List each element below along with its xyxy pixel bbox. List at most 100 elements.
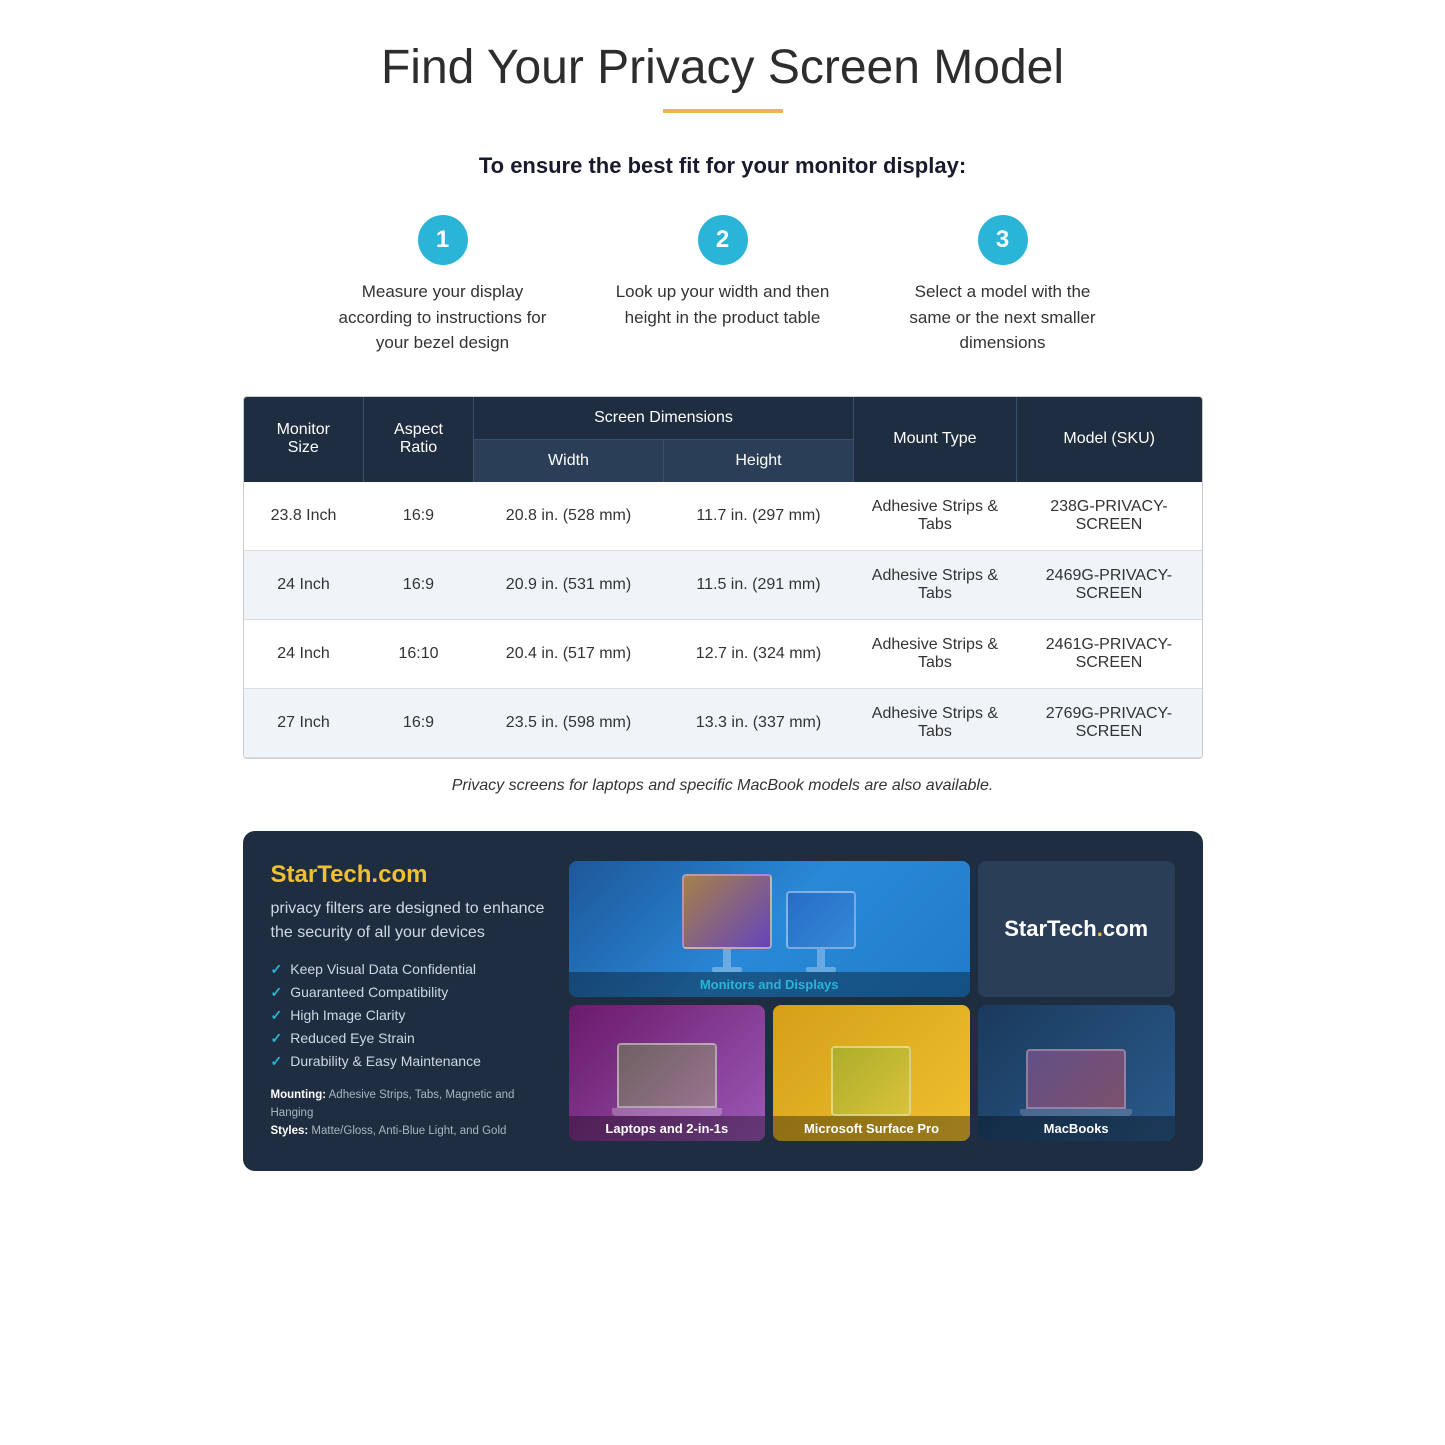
macbook-base xyxy=(1020,1109,1132,1116)
cell-aspect-ratio: 16:9 xyxy=(364,688,474,757)
monitor-large xyxy=(682,874,772,972)
cell-mount-type: Adhesive Strips & Tabs xyxy=(854,619,1017,688)
banner-brand: StarTech.com xyxy=(271,861,551,889)
subtitle: To ensure the best fit for your monitor … xyxy=(243,153,1203,179)
table-row: 23.8 Inch 16:9 20.8 in. (528 mm) 11.7 in… xyxy=(244,482,1202,551)
surface-label: Microsoft Surface Pro xyxy=(773,1116,970,1141)
monitors-cell: Monitors and Displays xyxy=(569,861,970,997)
feature-item: ✓ Keep Visual Data Confidential xyxy=(271,961,551,978)
check-icon: ✓ xyxy=(271,961,283,978)
col-width: Width xyxy=(474,439,664,482)
brand-dot: . xyxy=(371,861,378,888)
cell-monitor-size: 24 Inch xyxy=(244,619,364,688)
mounting-label: Mounting: xyxy=(271,1089,327,1101)
monitors-content: Monitors and Displays xyxy=(569,862,970,997)
feature-item: ✓ Durability & Easy Maintenance xyxy=(271,1053,551,1070)
title-underline xyxy=(663,109,783,113)
cell-width: 20.9 in. (531 mm) xyxy=(474,550,664,619)
feature-item: ✓ High Image Clarity xyxy=(271,1007,551,1024)
brand-name: StarTech.com xyxy=(271,861,428,888)
monitors-label: Monitors and Displays xyxy=(569,972,970,997)
step-2-number: 2 xyxy=(698,215,748,265)
banner-features-list: ✓ Keep Visual Data Confidential ✓ Guaran… xyxy=(271,961,551,1070)
step-3-text: Select a model with the same or the next… xyxy=(893,279,1113,356)
cell-mount-type: Adhesive Strips & Tabs xyxy=(854,688,1017,757)
check-icon: ✓ xyxy=(271,1007,283,1024)
surface-cell: Microsoft Surface Pro xyxy=(773,1005,970,1141)
macbooks-cell: MacBooks xyxy=(978,1005,1175,1141)
feature-item: ✓ Reduced Eye Strain xyxy=(271,1030,551,1047)
product-table: Monitor Size Aspect Ratio Screen Dimensi… xyxy=(244,397,1202,758)
monitor-screen-md xyxy=(786,891,856,949)
cell-width: 20.4 in. (517 mm) xyxy=(474,619,664,688)
surface-content: Microsoft Surface Pro xyxy=(773,1034,970,1141)
banner-left: StarTech.com privacy filters are designe… xyxy=(271,861,551,1141)
laptop-screen xyxy=(617,1043,717,1108)
startech-dot: . xyxy=(1097,916,1103,941)
cell-monitor-size: 24 Inch xyxy=(244,550,364,619)
feature-item: ✓ Guaranteed Compatibility xyxy=(271,984,551,1001)
product-table-wrapper: Monitor Size Aspect Ratio Screen Dimensi… xyxy=(243,396,1203,759)
startech-logo-cell: StarTech.com xyxy=(978,861,1175,997)
macbook-illustration xyxy=(1008,1037,1144,1116)
styles-text: Matte/Gloss, Anti-Blue Light, and Gold xyxy=(311,1125,506,1137)
cell-mount-type: Adhesive Strips & Tabs xyxy=(854,550,1017,619)
laptops-cell: Laptops and 2-in-1s xyxy=(569,1005,766,1141)
page-title: Find Your Privacy Screen Model xyxy=(243,40,1203,95)
cell-width: 20.8 in. (528 mm) xyxy=(474,482,664,551)
col-model-sku: Model (SKU) xyxy=(1016,397,1201,482)
cell-model-sku: 2469G-PRIVACY-SCREEN xyxy=(1016,550,1201,619)
cell-width: 23.5 in. (598 mm) xyxy=(474,688,664,757)
cell-mount-type: Adhesive Strips & Tabs xyxy=(854,482,1017,551)
table-row: 24 Inch 16:9 20.9 in. (531 mm) 11.5 in. … xyxy=(244,550,1202,619)
macbook-screen xyxy=(1026,1049,1126,1109)
bottom-banner: StarTech.com privacy filters are designe… xyxy=(243,831,1203,1171)
laptops-label: Laptops and 2-in-1s xyxy=(569,1116,766,1141)
step-1-text: Measure your display according to instru… xyxy=(333,279,553,356)
monitor-screen-lg xyxy=(682,874,772,949)
laptop-base xyxy=(612,1108,722,1116)
step-3: 3 Select a model with the same or the ne… xyxy=(893,215,1113,356)
styles-label: Styles: xyxy=(271,1125,309,1137)
feature-text: Keep Visual Data Confidential xyxy=(290,961,476,977)
cell-height: 11.7 in. (297 mm) xyxy=(664,482,854,551)
cell-model-sku: 2461G-PRIVACY-SCREEN xyxy=(1016,619,1201,688)
cell-height: 12.7 in. (324 mm) xyxy=(664,619,854,688)
steps-container: 1 Measure your display according to inst… xyxy=(243,215,1203,356)
table-row: 24 Inch 16:10 20.4 in. (517 mm) 12.7 in.… xyxy=(244,619,1202,688)
banner-mounting-info: Mounting: Adhesive Strips, Tabs, Magneti… xyxy=(271,1086,551,1141)
monitor-stand-lg xyxy=(723,949,731,967)
step-1: 1 Measure your display according to inst… xyxy=(333,215,553,356)
monitors-illustration xyxy=(670,862,868,972)
feature-text: Durability & Easy Maintenance xyxy=(290,1053,481,1069)
table-note: Privacy screens for laptops and specific… xyxy=(243,777,1203,795)
cell-monitor-size: 27 Inch xyxy=(244,688,364,757)
cell-aspect-ratio: 16:9 xyxy=(364,550,474,619)
surface-screen xyxy=(831,1046,911,1116)
check-icon: ✓ xyxy=(271,1030,283,1047)
col-height: Height xyxy=(664,439,854,482)
startech-logo: StarTech.com xyxy=(1004,916,1148,942)
step-2: 2 Look up your width and then height in … xyxy=(613,215,833,356)
check-icon: ✓ xyxy=(271,1053,283,1070)
surface-illustration xyxy=(819,1034,923,1116)
step-2-text: Look up your width and then height in th… xyxy=(613,279,833,330)
cell-height: 13.3 in. (337 mm) xyxy=(664,688,854,757)
cell-model-sku: 2769G-PRIVACY-SCREEN xyxy=(1016,688,1201,757)
cell-height: 11.5 in. (291 mm) xyxy=(664,550,854,619)
feature-text: Guaranteed Compatibility xyxy=(290,984,448,1000)
laptops-content: Laptops and 2-in-1s xyxy=(569,1031,766,1141)
col-monitor-size: Monitor Size xyxy=(244,397,364,482)
monitor-stand-md xyxy=(817,949,825,967)
laptop-illustration xyxy=(600,1031,734,1116)
cell-aspect-ratio: 16:10 xyxy=(364,619,474,688)
banner-tagline: privacy filters are designed to enhance … xyxy=(271,897,551,945)
col-mount-type: Mount Type xyxy=(854,397,1017,482)
feature-text: Reduced Eye Strain xyxy=(290,1030,415,1046)
macbooks-label: MacBooks xyxy=(978,1116,1175,1141)
cell-model-sku: 238G-PRIVACY-SCREEN xyxy=(1016,482,1201,551)
cell-monitor-size: 23.8 Inch xyxy=(244,482,364,551)
table-row: 27 Inch 16:9 23.5 in. (598 mm) 13.3 in. … xyxy=(244,688,1202,757)
col-aspect-ratio: Aspect Ratio xyxy=(364,397,474,482)
banner-image-grid: Monitors and Displays StarTech.com Lapto… xyxy=(569,861,1175,1141)
